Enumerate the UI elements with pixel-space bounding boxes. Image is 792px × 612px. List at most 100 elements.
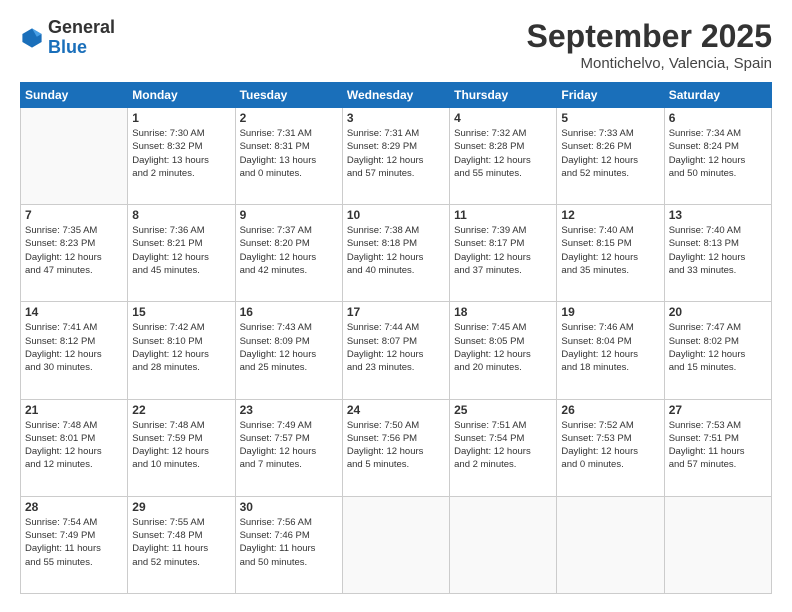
day-info: Sunrise: 7:54 AM Sunset: 7:49 PM Dayligh… (25, 516, 123, 569)
header: General Blue September 2025 Montichelvo,… (20, 18, 772, 72)
logo-icon (20, 26, 44, 50)
day-info: Sunrise: 7:40 AM Sunset: 8:15 PM Dayligh… (561, 224, 659, 277)
calendar-cell: 26Sunrise: 7:52 AM Sunset: 7:53 PM Dayli… (557, 399, 664, 496)
day-number: 20 (669, 305, 767, 319)
calendar-cell: 8Sunrise: 7:36 AM Sunset: 8:21 PM Daylig… (128, 205, 235, 302)
day-info: Sunrise: 7:33 AM Sunset: 8:26 PM Dayligh… (561, 127, 659, 180)
day-number: 9 (240, 208, 338, 222)
weekday-header-sunday: Sunday (21, 83, 128, 108)
day-info: Sunrise: 7:40 AM Sunset: 8:13 PM Dayligh… (669, 224, 767, 277)
calendar-week-row: 14 Sunrise: 7:41 AM Sunset: 8:12 PM Dayli… (21, 302, 772, 399)
calendar-cell: 28 Sunrise: 7:54 AM Sunset: 7:49 PM Dayli… (21, 496, 128, 593)
day-number: 14 (25, 305, 123, 319)
calendar-cell: 5 Sunrise: 7:33 AM Sunset: 8:26 PM Daylig… (557, 108, 664, 205)
day-info: Sunrise: 7:51 AM Sunset: 7:54 PM Dayligh… (454, 419, 552, 472)
calendar-cell: 12Sunrise: 7:40 AM Sunset: 8:15 PM Dayli… (557, 205, 664, 302)
calendar-cell: 11 Sunrise: 7:39 AM Sunset: 8:17 PM Dayli… (450, 205, 557, 302)
weekday-header-saturday: Saturday (664, 83, 771, 108)
weekday-header-wednesday: Wednesday (342, 83, 449, 108)
page: General Blue September 2025 Montichelvo,… (0, 0, 792, 612)
day-info: Sunrise: 7:32 AM Sunset: 8:28 PM Dayligh… (454, 127, 552, 180)
day-number: 13 (669, 208, 767, 222)
calendar-cell: 27Sunrise: 7:53 AM Sunset: 7:51 PM Dayli… (664, 399, 771, 496)
calendar-week-row: 7 Sunrise: 7:35 AM Sunset: 8:23 PM Daylig… (21, 205, 772, 302)
calendar-cell: 13 Sunrise: 7:40 AM Sunset: 8:13 PM Dayli… (664, 205, 771, 302)
day-info: Sunrise: 7:39 AM Sunset: 8:17 PM Dayligh… (454, 224, 552, 277)
day-number: 2 (240, 111, 338, 125)
calendar-cell: 18 Sunrise: 7:45 AM Sunset: 8:05 PM Dayli… (450, 302, 557, 399)
day-info: Sunrise: 7:45 AM Sunset: 8:05 PM Dayligh… (454, 321, 552, 374)
calendar-cell (21, 108, 128, 205)
day-info: Sunrise: 7:50 AM Sunset: 7:56 PM Dayligh… (347, 419, 445, 472)
calendar-cell (664, 496, 771, 593)
day-number: 23 (240, 403, 338, 417)
calendar-table: SundayMondayTuesdayWednesdayThursdayFrid… (20, 82, 772, 594)
calendar-cell: 1 Sunrise: 7:30 AM Sunset: 8:32 PM Daylig… (128, 108, 235, 205)
logo-general: General (48, 18, 115, 38)
calendar-cell: 10 Sunrise: 7:38 AM Sunset: 8:18 PM Dayli… (342, 205, 449, 302)
day-info: Sunrise: 7:44 AM Sunset: 8:07 PM Dayligh… (347, 321, 445, 374)
calendar-cell: 29 Sunrise: 7:55 AM Sunset: 7:48 PM Dayli… (128, 496, 235, 593)
day-number: 18 (454, 305, 552, 319)
day-number: 28 (25, 500, 123, 514)
calendar-cell: 17Sunrise: 7:44 AM Sunset: 8:07 PM Dayli… (342, 302, 449, 399)
day-info: Sunrise: 7:31 AM Sunset: 8:31 PM Dayligh… (240, 127, 338, 180)
calendar-cell: 14 Sunrise: 7:41 AM Sunset: 8:12 PM Dayli… (21, 302, 128, 399)
day-info: Sunrise: 7:38 AM Sunset: 8:18 PM Dayligh… (347, 224, 445, 277)
day-info: Sunrise: 7:56 AM Sunset: 7:46 PM Dayligh… (240, 516, 338, 569)
calendar-cell (450, 496, 557, 593)
calendar-cell (342, 496, 449, 593)
day-number: 22 (132, 403, 230, 417)
month-title: September 2025 (527, 18, 772, 55)
day-info: Sunrise: 7:30 AM Sunset: 8:32 PM Dayligh… (132, 127, 230, 180)
weekday-header-tuesday: Tuesday (235, 83, 342, 108)
day-info: Sunrise: 7:43 AM Sunset: 8:09 PM Dayligh… (240, 321, 338, 374)
day-info: Sunrise: 7:48 AM Sunset: 7:59 PM Dayligh… (132, 419, 230, 472)
day-number: 24 (347, 403, 445, 417)
day-number: 6 (669, 111, 767, 125)
day-info: Sunrise: 7:49 AM Sunset: 7:57 PM Dayligh… (240, 419, 338, 472)
day-number: 10 (347, 208, 445, 222)
day-info: Sunrise: 7:35 AM Sunset: 8:23 PM Dayligh… (25, 224, 123, 277)
calendar-cell: 21Sunrise: 7:48 AM Sunset: 8:01 PM Dayli… (21, 399, 128, 496)
calendar-week-row: 21Sunrise: 7:48 AM Sunset: 8:01 PM Dayli… (21, 399, 772, 496)
day-number: 1 (132, 111, 230, 125)
day-number: 15 (132, 305, 230, 319)
calendar-cell: 16 Sunrise: 7:43 AM Sunset: 8:09 PM Dayli… (235, 302, 342, 399)
calendar-cell: 23 Sunrise: 7:49 AM Sunset: 7:57 PM Dayli… (235, 399, 342, 496)
weekday-header-friday: Friday (557, 83, 664, 108)
day-info: Sunrise: 7:46 AM Sunset: 8:04 PM Dayligh… (561, 321, 659, 374)
title-block: September 2025 Montichelvo, Valencia, Sp… (527, 18, 772, 72)
day-number: 11 (454, 208, 552, 222)
day-number: 16 (240, 305, 338, 319)
day-info: Sunrise: 7:47 AM Sunset: 8:02 PM Dayligh… (669, 321, 767, 374)
day-number: 30 (240, 500, 338, 514)
logo-text: General Blue (48, 18, 115, 58)
calendar-cell: 25Sunrise: 7:51 AM Sunset: 7:54 PM Dayli… (450, 399, 557, 496)
calendar-cell: 4Sunrise: 7:32 AM Sunset: 8:28 PM Daylig… (450, 108, 557, 205)
day-number: 27 (669, 403, 767, 417)
day-number: 7 (25, 208, 123, 222)
calendar-cell: 30 Sunrise: 7:56 AM Sunset: 7:46 PM Dayli… (235, 496, 342, 593)
calendar-cell: 19Sunrise: 7:46 AM Sunset: 8:04 PM Dayli… (557, 302, 664, 399)
weekday-header-thursday: Thursday (450, 83, 557, 108)
day-info: Sunrise: 7:42 AM Sunset: 8:10 PM Dayligh… (132, 321, 230, 374)
logo: General Blue (20, 18, 115, 58)
day-info: Sunrise: 7:37 AM Sunset: 8:20 PM Dayligh… (240, 224, 338, 277)
logo-blue: Blue (48, 38, 115, 58)
day-info: Sunrise: 7:41 AM Sunset: 8:12 PM Dayligh… (25, 321, 123, 374)
day-number: 5 (561, 111, 659, 125)
calendar-cell: 3Sunrise: 7:31 AM Sunset: 8:29 PM Daylig… (342, 108, 449, 205)
day-number: 3 (347, 111, 445, 125)
day-info: Sunrise: 7:36 AM Sunset: 8:21 PM Dayligh… (132, 224, 230, 277)
day-info: Sunrise: 7:55 AM Sunset: 7:48 PM Dayligh… (132, 516, 230, 569)
calendar-cell: 6Sunrise: 7:34 AM Sunset: 8:24 PM Daylig… (664, 108, 771, 205)
location-title: Montichelvo, Valencia, Spain (527, 55, 772, 72)
calendar-cell: 20 Sunrise: 7:47 AM Sunset: 8:02 PM Dayli… (664, 302, 771, 399)
day-number: 29 (132, 500, 230, 514)
weekday-header-row: SundayMondayTuesdayWednesdayThursdayFrid… (21, 83, 772, 108)
day-info: Sunrise: 7:52 AM Sunset: 7:53 PM Dayligh… (561, 419, 659, 472)
calendar-cell: 9 Sunrise: 7:37 AM Sunset: 8:20 PM Daylig… (235, 205, 342, 302)
weekday-header-monday: Monday (128, 83, 235, 108)
calendar-cell: 22 Sunrise: 7:48 AM Sunset: 7:59 PM Dayli… (128, 399, 235, 496)
